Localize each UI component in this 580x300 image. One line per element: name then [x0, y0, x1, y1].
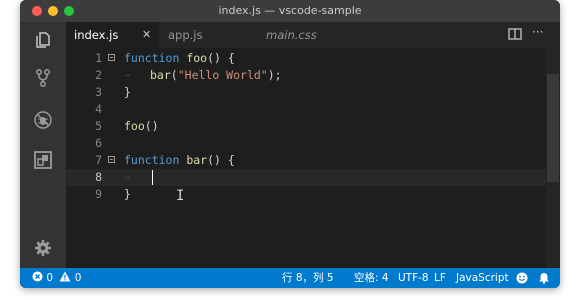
window-title: index.js — vscode-sample [218, 4, 362, 17]
tab-label: index.js [74, 28, 119, 42]
line-number: 3 [95, 85, 102, 99]
punctuation: } [124, 187, 131, 201]
editor-tab-bar: index.js ✕ app.js main.css ··· [66, 22, 560, 48]
activity-bar [20, 22, 66, 268]
line-number: 1 [95, 51, 102, 65]
code-line: 9 } [66, 186, 546, 203]
line-number: 5 [95, 119, 102, 133]
problems-indicator[interactable]: 0 0 [32, 268, 81, 288]
status-bar: 0 0 行 8，列 5 空格: 4 UTF-8 LF JavaScript [20, 268, 560, 288]
text-cursor [152, 170, 153, 185]
code-line: 6 [66, 135, 546, 152]
punctuation: } [124, 85, 131, 99]
language-mode[interactable]: JavaScript [456, 268, 509, 288]
punctuation: () { [207, 51, 235, 65]
line-number: 2 [95, 68, 102, 82]
punctuation: ( [170, 68, 178, 82]
extensions-icon[interactable] [33, 150, 53, 170]
close-icon[interactable]: ✕ [142, 22, 151, 48]
code-line: 7 function bar() { [66, 152, 546, 169]
function-name: bar [186, 153, 208, 167]
tab-index-js[interactable]: index.js ✕ [66, 22, 158, 48]
function-name: bar [150, 68, 171, 82]
punctuation: () [144, 119, 159, 133]
bell-icon[interactable] [538, 272, 550, 284]
title-bar: index.js — vscode-sample [20, 0, 560, 22]
scrollbar-thumb[interactable] [547, 74, 559, 182]
line-number: 8 [95, 170, 102, 184]
tab-label: app.js [168, 28, 203, 42]
code-line: 2 ⇥ bar("Hello World"); [66, 67, 546, 84]
error-icon [32, 271, 43, 282]
settings-gear-icon[interactable] [33, 238, 53, 258]
smiley-icon[interactable] [516, 272, 528, 284]
tab-main-css[interactable]: main.css [258, 22, 350, 48]
debug-icon[interactable] [33, 110, 53, 130]
code-line: 1 function foo() { [66, 50, 546, 67]
tab-app-js[interactable]: app.js [160, 22, 252, 48]
keyword: function [124, 51, 187, 65]
source-control-icon[interactable] [33, 68, 53, 88]
code-line: 3 } [66, 84, 546, 101]
fold-icon[interactable] [108, 54, 115, 61]
cursor-position[interactable]: 行 8，列 5 [282, 268, 334, 288]
line-number: 7 [95, 153, 102, 167]
eol-setting[interactable]: LF [434, 268, 446, 288]
function-name: foo [124, 119, 145, 133]
function-name: foo [186, 51, 208, 65]
whitespace-marker: ⇥ [124, 70, 131, 81]
vertical-scrollbar[interactable] [546, 48, 560, 268]
line-number: 4 [95, 102, 102, 116]
encoding-setting[interactable]: UTF-8 [398, 268, 429, 288]
line-number: 6 [95, 136, 102, 150]
warning-count: 0 [74, 272, 82, 284]
fold-icon[interactable] [108, 156, 115, 163]
more-actions-icon[interactable]: ··· [532, 25, 543, 39]
code-line-current: 8 ⇥ [66, 169, 546, 186]
code-editor[interactable]: 1 function foo() { 2 ⇥ bar("Hello World"… [66, 48, 560, 268]
whitespace-marker: ⇥ [124, 172, 131, 183]
string-literal: "Hello World" [177, 68, 268, 82]
line-number: 9 [95, 187, 102, 201]
vscode-window: index.js — vscode-sample index.js ✕ app.… [20, 0, 560, 288]
code-line: 5 foo() [66, 118, 546, 135]
error-count: 0 [46, 272, 54, 284]
mouse-ibeam-cursor-icon: I [176, 188, 185, 204]
tab-label: main.css [266, 28, 317, 42]
punctuation: () { [207, 153, 235, 167]
split-editor-icon[interactable] [508, 28, 522, 43]
code-line: 4 [66, 101, 546, 118]
punctuation: ); [267, 68, 282, 82]
indentation-setting[interactable]: 空格: 4 [354, 268, 389, 288]
keyword: function [124, 153, 187, 167]
warning-icon [59, 271, 71, 282]
files-icon[interactable] [33, 30, 53, 50]
